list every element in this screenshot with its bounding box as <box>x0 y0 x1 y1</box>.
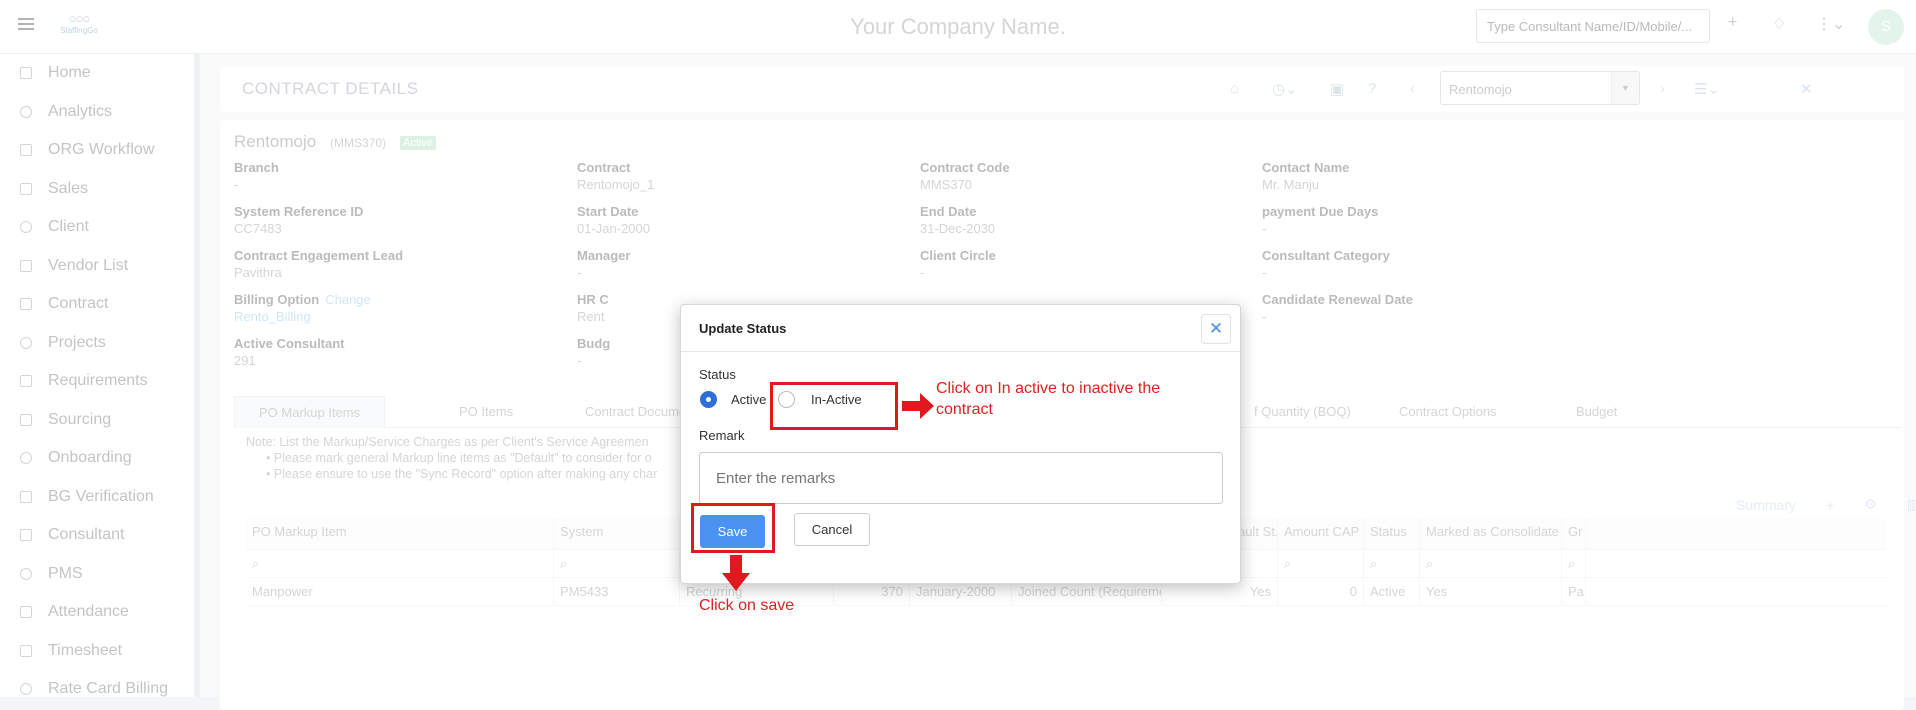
radio-active[interactable] <box>700 391 717 408</box>
save-highlight-box <box>691 503 775 553</box>
close-icon[interactable]: ✕ <box>1201 314 1231 344</box>
arrow-right-icon <box>902 393 934 419</box>
inactive-highlight-box <box>770 382 898 430</box>
status-label: Status <box>699 367 736 382</box>
remark-label: Remark <box>699 428 745 443</box>
inactive-hint-text: Click on In active to inactive the contr… <box>936 380 1161 418</box>
dialog-header: Update Status ✕ <box>681 305 1240 352</box>
dialog-title: Update Status <box>699 321 787 336</box>
save-hint-text: Click on save <box>699 597 795 614</box>
radio-active-label: Active <box>731 392 767 407</box>
arrow-down-icon <box>722 555 750 591</box>
remark-input[interactable] <box>699 452 1223 504</box>
cancel-button[interactable]: Cancel <box>794 513 870 546</box>
